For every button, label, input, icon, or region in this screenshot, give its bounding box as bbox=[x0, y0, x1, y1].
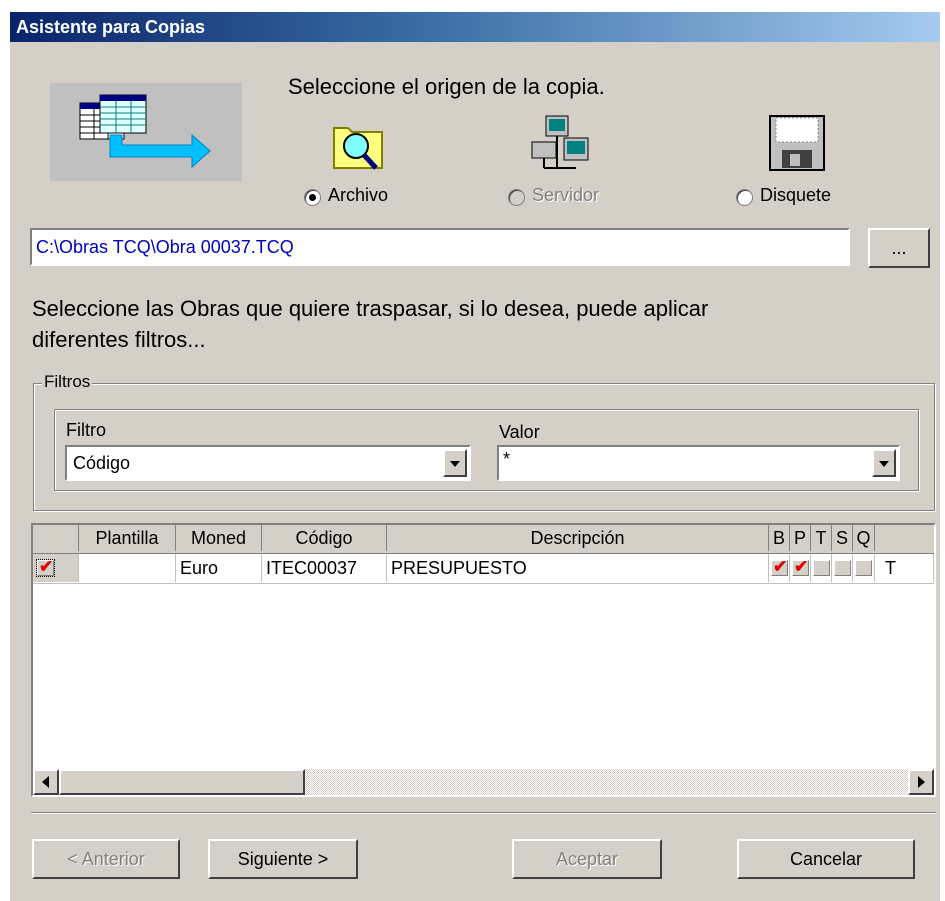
grid-header-b[interactable]: B bbox=[769, 525, 790, 551]
row-select-checkbox[interactable]: ✔ bbox=[36, 557, 55, 577]
scroll-thumb[interactable] bbox=[59, 769, 305, 795]
wizard-image bbox=[50, 83, 242, 181]
grid-header-s[interactable]: S bbox=[832, 525, 853, 551]
checkbox-s[interactable] bbox=[834, 560, 851, 576]
title-bar: Asistente para Copias bbox=[10, 12, 940, 42]
scroll-left-button[interactable] bbox=[33, 769, 59, 795]
grid-header-moneda[interactable]: Moned bbox=[176, 525, 262, 551]
floppy-disk-icon bbox=[769, 115, 825, 171]
scroll-right-button[interactable] bbox=[908, 769, 934, 795]
cell-extra: T bbox=[875, 554, 934, 582]
folder-search-icon bbox=[333, 127, 383, 170]
checkbox-b[interactable]: ✔ bbox=[771, 557, 788, 576]
checkbox-t[interactable] bbox=[813, 560, 830, 576]
value-label: Valor bbox=[499, 422, 540, 442]
grid-header-descripcion[interactable]: Descripción bbox=[387, 525, 769, 551]
filters-group-label: Filtros bbox=[42, 372, 93, 392]
filter-select[interactable]: Código bbox=[65, 445, 471, 481]
cell-descripcion: PRESUPUESTO bbox=[387, 554, 769, 582]
cell-moneda: Euro bbox=[176, 554, 262, 582]
checkbox-p[interactable]: ✔ bbox=[792, 557, 809, 576]
accept-button[interactable]: Aceptar bbox=[512, 839, 662, 879]
grid-header-p[interactable]: P bbox=[790, 525, 811, 551]
source-prompt: Seleccione el origen de la copia. bbox=[288, 74, 605, 99]
chevron-right-icon bbox=[918, 776, 925, 788]
radio-archivo[interactable] bbox=[304, 189, 321, 206]
radio-selected-dot bbox=[309, 194, 316, 201]
value-select-value: * bbox=[503, 449, 511, 469]
browse-button[interactable]: ... bbox=[868, 228, 930, 268]
instructions-line2: diferentes filtros... bbox=[32, 327, 206, 352]
table-row[interactable]: ✔ Euro ITEC00037 PRESUPUESTO ✔ ✔ T bbox=[33, 554, 934, 584]
chevron-down-icon bbox=[450, 461, 460, 467]
cell-plantilla bbox=[79, 554, 176, 582]
grid-header-q[interactable]: Q bbox=[853, 525, 875, 551]
row-selector-cell[interactable]: ✔ bbox=[33, 554, 79, 582]
filter-dropdown-button[interactable] bbox=[443, 449, 467, 477]
works-grid[interactable]: Plantilla Moned Código Descripción B P T… bbox=[31, 523, 936, 797]
copy-wizard-window: Asistente para Copias Seleccione el orig… bbox=[10, 12, 940, 901]
path-value: C:\Obras TCQ\Obra 00037.TCQ bbox=[36, 237, 294, 257]
radio-servidor[interactable] bbox=[508, 189, 525, 206]
filter-select-value: Código bbox=[73, 453, 131, 473]
instructions-line1: Seleccione las Obras que quiere traspasa… bbox=[32, 296, 709, 321]
value-dropdown-button[interactable] bbox=[872, 449, 896, 477]
check-icon: ✔ bbox=[773, 557, 788, 576]
cell-codigo: ITEC00037 bbox=[262, 554, 387, 582]
grid-header-selector bbox=[33, 525, 79, 551]
grid-header-t[interactable]: T bbox=[811, 525, 832, 551]
filter-label: Filtro bbox=[66, 420, 106, 440]
table-transfer-icon bbox=[79, 94, 211, 169]
grid-header: Plantilla Moned Código Descripción B P T… bbox=[33, 525, 934, 554]
radio-disquete-label[interactable]: Disquete bbox=[760, 185, 831, 206]
cell-b[interactable]: ✔ bbox=[769, 554, 790, 582]
server-icon bbox=[531, 115, 589, 169]
cell-t[interactable] bbox=[811, 554, 832, 582]
check-icon: ✔ bbox=[39, 557, 54, 576]
chevron-down-icon bbox=[879, 461, 889, 467]
grid-header-codigo[interactable]: Código bbox=[262, 525, 387, 551]
radio-archivo-label[interactable]: Archivo bbox=[328, 185, 388, 206]
window-title: Asistente para Copias bbox=[16, 17, 206, 37]
horizontal-scrollbar[interactable] bbox=[33, 769, 934, 795]
path-input[interactable]: C:\Obras TCQ\Obra 00037.TCQ bbox=[30, 228, 850, 266]
radio-disquete[interactable] bbox=[736, 189, 753, 206]
value-select[interactable]: * bbox=[497, 445, 900, 481]
back-button[interactable]: < Anterior bbox=[32, 839, 180, 879]
radio-servidor-label[interactable]: Servidor bbox=[532, 185, 599, 206]
chevron-left-icon bbox=[42, 776, 49, 788]
cell-q[interactable] bbox=[853, 554, 875, 582]
separator bbox=[31, 812, 936, 814]
checkbox-q[interactable] bbox=[855, 560, 872, 576]
cancel-button[interactable]: Cancelar bbox=[737, 839, 915, 879]
grid-header-plantilla[interactable]: Plantilla bbox=[79, 525, 176, 551]
cell-s[interactable] bbox=[832, 554, 853, 582]
next-button[interactable]: Siguiente > bbox=[208, 839, 358, 879]
check-icon: ✔ bbox=[794, 557, 809, 576]
cell-p[interactable]: ✔ bbox=[790, 554, 811, 582]
